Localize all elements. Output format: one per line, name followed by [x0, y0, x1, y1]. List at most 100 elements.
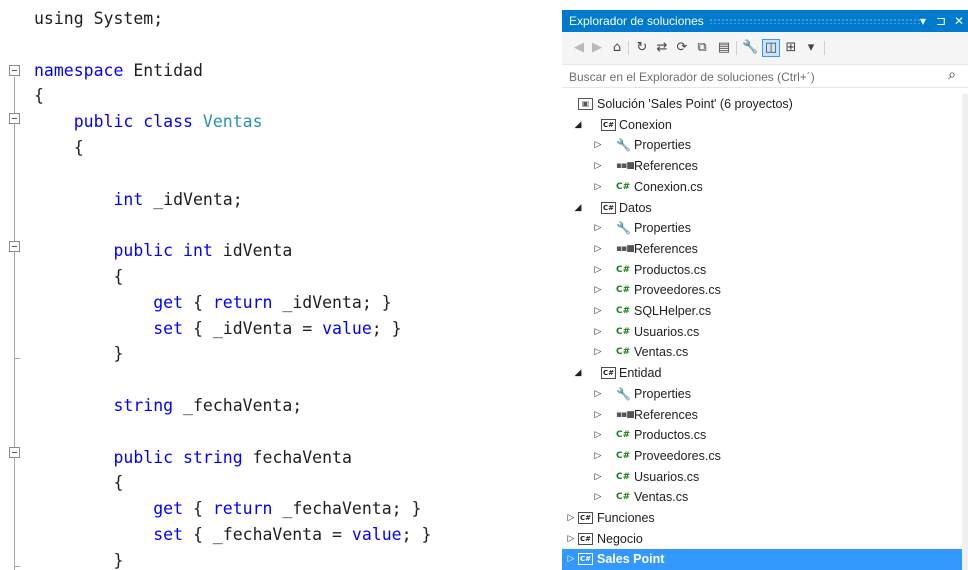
tree-item[interactable]: ◢ C# Datos [562, 198, 962, 219]
tree-item[interactable]: ▷ C# Sales Point [562, 549, 962, 570]
collapse-idventa-toggle[interactable] [9, 241, 20, 252]
code-line[interactable]: namespace Entidad [0, 57, 548, 85]
code-line[interactable]: string _fechaVenta; [0, 392, 548, 420]
collapsed-arrow-icon[interactable]: ▷ [593, 242, 603, 256]
collapse-class-toggle[interactable] [9, 113, 20, 124]
code-line[interactable]: using System; [0, 5, 548, 33]
sync-icon[interactable]: ⇄ [654, 40, 670, 56]
tree-item[interactable]: ▷ C# Usuarios.cs [562, 322, 962, 343]
collapse-namespace-toggle[interactable] [9, 65, 20, 76]
tree-item[interactable]: ▷ ▪▪■ References [562, 239, 962, 260]
code-line[interactable] [0, 211, 548, 239]
collapsed-arrow-icon[interactable]: ▷ [593, 408, 603, 422]
code-line[interactable]: public string fechaVenta [0, 444, 548, 472]
tree-item[interactable]: ▷ C# Productos.cs [562, 425, 962, 446]
collapsed-arrow-icon[interactable]: ▷ [566, 552, 576, 566]
collapsed-arrow-icon[interactable]: ▷ [593, 263, 603, 277]
tree-item[interactable]: ◢ C# Conexion [562, 115, 962, 136]
properties-icon[interactable]: 🔧 [742, 40, 758, 56]
code-line[interactable]: get { return _idVenta; } [0, 289, 548, 317]
csharp-file-icon: C# [616, 471, 631, 482]
tree-item[interactable]: ▷ C# Proveedores.cs [562, 446, 962, 467]
code-line[interactable]: { [0, 134, 548, 162]
pin-icon[interactable]: ⊐ [934, 10, 948, 32]
tree-item[interactable]: ▷ C# Productos.cs [562, 260, 962, 281]
tree-item[interactable]: ▷ C# Proveedores.cs [562, 280, 962, 301]
forward-icon[interactable]: ▶ [589, 40, 605, 56]
search-input[interactable] [569, 68, 929, 86]
code-line[interactable]: public class Ventas [0, 108, 548, 136]
tree-item[interactable]: ▷ C# Funciones [562, 508, 962, 529]
code-line[interactable]: get { return _fechaVenta; } [0, 495, 548, 523]
search-icon[interactable]: ⌕ [948, 67, 956, 83]
collapsed-arrow-icon[interactable]: ▷ [593, 138, 603, 152]
expanded-arrow-icon[interactable]: ◢ [573, 201, 583, 215]
collapsed-arrow-icon[interactable]: ▷ [593, 325, 603, 339]
code-line[interactable]: { [0, 263, 548, 291]
code-keyword: public [73, 112, 134, 132]
collapse-all-icon[interactable]: ⧉ [694, 40, 710, 56]
tree-item[interactable]: ▷ C# Negocio [562, 529, 962, 550]
collapsed-arrow-icon[interactable]: ▷ [593, 345, 603, 359]
tree-item[interactable]: ▷ ▪▪■ References [562, 156, 962, 177]
close-icon[interactable]: ✕ [952, 10, 966, 32]
tree-item[interactable]: ▷ 🔧 Properties [562, 218, 962, 239]
code-line[interactable]: public int idVenta [0, 237, 548, 265]
code-line[interactable]: int _idVenta; [0, 186, 548, 214]
tree-item[interactable]: ▷ 🔧 Properties [562, 135, 962, 156]
code-keyword: return [212, 292, 273, 312]
tree-item[interactable]: ▷ ▪▪■ References [562, 405, 962, 426]
collapsed-arrow-icon[interactable]: ▷ [593, 283, 603, 297]
preview-icon[interactable]: ◫ [762, 39, 780, 57]
code-line[interactable]: } [0, 547, 548, 570]
pending-changes-icon[interactable]: ↻ [634, 40, 650, 56]
code-line[interactable]: { [0, 469, 548, 497]
window-position-dropdown-icon[interactable]: ▾ [916, 10, 930, 32]
tree-item[interactable]: ▷ C# Ventas.cs [562, 487, 962, 508]
code-line[interactable]: set { _fechaVenta = value; } [0, 521, 548, 549]
collapse-fechaventa-toggle[interactable] [9, 447, 20, 458]
code-line[interactable] [0, 160, 548, 188]
code-keyword: value [351, 525, 402, 544]
vertical-scrollbar[interactable] [962, 94, 968, 570]
code-line[interactable]: } [0, 340, 548, 368]
search-box[interactable]: ⌕ [562, 64, 968, 88]
tree-item[interactable]: ▷ 🔧 Properties [562, 384, 962, 405]
collapsed-arrow-icon[interactable]: ▷ [593, 221, 603, 235]
collapsed-arrow-icon[interactable]: ▷ [593, 159, 603, 173]
collapsed-arrow-icon[interactable]: ▷ [593, 490, 603, 504]
collapsed-arrow-icon[interactable]: ▷ [593, 449, 603, 463]
expanded-arrow-icon[interactable]: ◢ [573, 366, 583, 380]
code-editor[interactable]: using System; namespace Entidad{ public c… [0, 0, 548, 570]
tree-item-label: References [634, 407, 698, 422]
code-line[interactable]: set { _idVenta = value; } [0, 315, 548, 343]
tree-item[interactable]: ▷ C# Usuarios.cs [562, 467, 962, 488]
code-line[interactable] [0, 31, 548, 59]
solution-explorer-toolbar: ◀ ▶ ⌂ ↻ ⇄ ⟳ ⧉ ▤ 🔧 ◫ ⊞ ▾ [562, 32, 968, 64]
collapsed-arrow-icon[interactable]: ▷ [593, 180, 603, 194]
solution-explorer-title-bar[interactable]: Explorador de soluciones ▾ ⊐ ✕ [562, 10, 968, 32]
code-line[interactable] [0, 418, 548, 446]
collapsed-arrow-icon[interactable]: ▷ [593, 387, 603, 401]
code-line[interactable]: { [0, 82, 548, 110]
tree-item[interactable]: ▷ C# SQLHelper.cs [562, 301, 962, 322]
view-class-diagram-icon[interactable]: ⊞ [783, 40, 799, 56]
tree-item[interactable]: ◢ C# Entidad [562, 363, 962, 384]
collapsed-arrow-icon[interactable]: ▷ [593, 470, 603, 484]
tree-item[interactable]: ▷ C# Ventas.cs [562, 342, 962, 363]
tree-item[interactable]: ▷ C# Conexion.cs [562, 177, 962, 198]
back-icon[interactable]: ◀ [571, 40, 587, 56]
collapsed-arrow-icon[interactable]: ▷ [566, 532, 576, 546]
home-icon[interactable]: ⌂ [609, 40, 625, 56]
show-all-files-icon[interactable]: ▤ [716, 40, 732, 56]
code-text: { _idVenta = [183, 318, 323, 338]
expanded-arrow-icon[interactable]: ◢ [573, 118, 583, 132]
collapsed-arrow-icon[interactable]: ▷ [593, 428, 603, 442]
collapsed-arrow-icon[interactable]: ▷ [593, 304, 603, 318]
collapsed-arrow-icon[interactable]: ▷ [566, 511, 576, 525]
dropdown-icon[interactable]: ▾ [803, 40, 819, 56]
refresh-icon[interactable]: ⟳ [674, 40, 690, 56]
code-line[interactable] [0, 366, 548, 394]
tree-item[interactable]: ▣ Solución 'Sales Point' (6 proyectos) [562, 94, 962, 115]
